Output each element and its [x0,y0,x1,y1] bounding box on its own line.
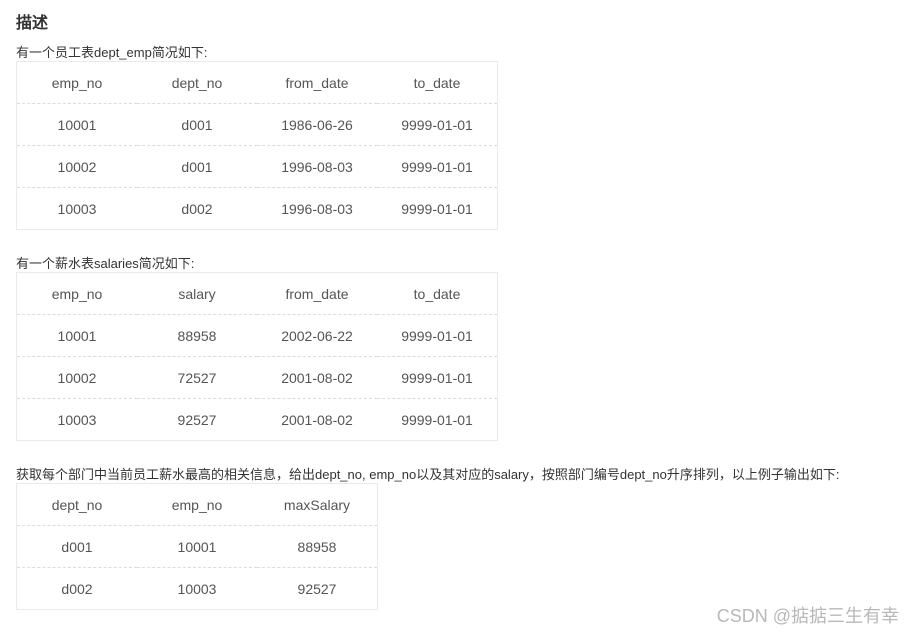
table-cell: 9999-01-01 [377,103,498,146]
column-header: to_date [413,74,461,91]
column-header: dept_no [51,496,103,513]
table-cell: 92527 [257,567,378,610]
table-cell: 10001 [137,525,257,568]
table-header-row: emp_no dept_no from_date to_date [17,62,498,104]
salaries-intro: 有一个薪水表salaries简况如下: [16,256,195,271]
table-row: 10002 d001 1996-08-03 9999-01-01 [16,145,498,188]
table-cell: 10003 [16,398,137,441]
table-cell: d001 [16,525,137,568]
table-cell: 9999-01-01 [377,145,498,188]
table-cell: 9999-01-01 [377,356,498,399]
table-row: d002 10003 92527 [16,567,378,610]
table-row: 10001 d001 1986-06-26 9999-01-01 [16,103,498,146]
column-header: from_date [285,74,349,91]
column-header: maxSalary [283,496,351,513]
table-row: 10003 92527 2001-08-02 9999-01-01 [16,398,498,441]
table-cell: d002 [137,187,257,230]
column-header: salary [178,285,216,302]
table-cell: 9999-01-01 [377,187,498,230]
column-header: from_date [285,285,349,302]
table-cell: 10001 [16,103,137,146]
table-cell: 9999-01-01 [377,314,498,357]
table-cell: d002 [16,567,137,610]
table-cell: 92527 [137,398,257,441]
table-cell: 2001-08-02 [257,356,377,399]
table-cell: 10002 [16,145,137,188]
table-cell: 10001 [16,314,137,357]
table-header-row: emp_no salary from_date to_date [17,273,498,315]
table-cell: 2001-08-02 [257,398,377,441]
column-header: dept_no [171,74,223,91]
table-cell: 10003 [137,567,257,610]
table-cell: d001 [137,145,257,188]
column-header: emp_no [171,496,223,513]
description-heading: 描述 [16,15,49,32]
table-row: 10002 72527 2001-08-02 9999-01-01 [16,356,498,399]
table-row: d001 10001 88958 [16,525,378,568]
table-cell: 1996-08-03 [257,145,377,188]
column-header: emp_no [51,285,103,302]
table-cell: 1996-08-03 [257,187,377,230]
table-cell: d001 [137,103,257,146]
salaries-table: emp_no salary from_date to_date 10001 88… [16,272,498,441]
table-row: 10001 88958 2002-06-22 9999-01-01 [16,314,498,357]
table-cell: 10003 [16,187,137,230]
table-cell: 88958 [137,314,257,357]
table-cell: 1986-06-26 [257,103,377,146]
dept-emp-table: emp_no dept_no from_date to_date 10001 d… [16,61,498,230]
table-cell: 9999-01-01 [377,398,498,441]
csdn-watermark: CSDN @掂掂三生有幸 [716,606,899,626]
table-cell: 10002 [16,356,137,399]
column-header: to_date [413,285,461,302]
table-cell: 72527 [137,356,257,399]
table-row: 10003 d002 1996-08-03 9999-01-01 [16,187,498,230]
table-cell: 88958 [257,525,378,568]
table-header-row: dept_no emp_no maxSalary [17,484,378,526]
column-header: emp_no [51,74,103,91]
result-table: dept_no emp_no maxSalary d001 10001 8895… [16,483,378,610]
dept-emp-intro: 有一个员工表dept_emp简况如下: [16,45,208,60]
table-cell: 2002-06-22 [257,314,377,357]
result-intro: 获取每个部门中当前员工薪水最高的相关信息，给出dept_no, emp_no以及… [16,467,840,482]
